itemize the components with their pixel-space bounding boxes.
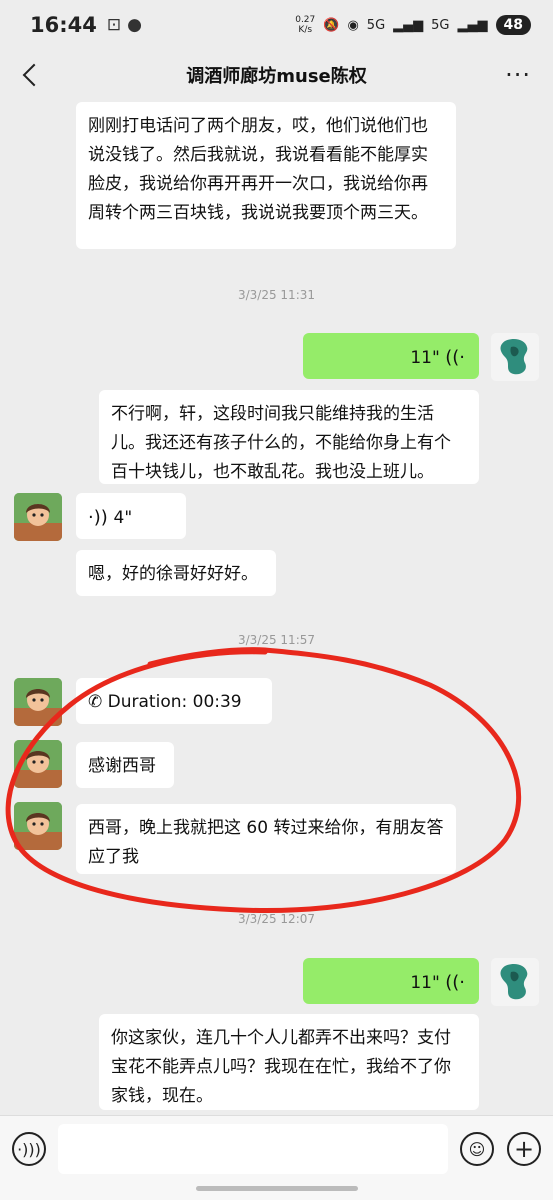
avatar-self[interactable]: [491, 333, 539, 381]
voice-message-sent[interactable]: 11" ((·: [303, 958, 479, 1004]
phone-icon: ✆: [88, 692, 108, 712]
voice-input-icon[interactable]: ·))): [12, 1132, 46, 1166]
voice-wave-icon: ((·: [445, 972, 465, 993]
voice-wave-icon: ·)): [88, 507, 114, 528]
avatar-contact[interactable]: [14, 678, 62, 726]
message-bubble[interactable]: 感谢西哥: [76, 742, 174, 788]
voice-duration: 11": [410, 348, 440, 368]
status-bar: 16:44 ⊡ ● 0.27 K/s 🔕 ◉ 5G ▂▄▆ 5G ▂▄▆ 48: [0, 0, 553, 50]
location-icon: ◉: [347, 17, 359, 33]
signal-bars-icon: ▂▄▆: [393, 17, 424, 33]
avatar-contact-image: [14, 802, 62, 850]
chat-header: 调酒师廊坊muse陈权 ···: [0, 50, 553, 100]
net-speed-unit: K/s: [298, 25, 313, 35]
message-input[interactable]: [58, 1124, 448, 1174]
voice-duration: 11": [410, 973, 440, 993]
avatar-contact-image: [14, 678, 62, 726]
net-speed: 0.27 K/s: [295, 15, 315, 35]
avatar-self-image: [500, 964, 528, 1000]
message-bubble[interactable]: 刚刚打电话问了两个朋友，哎，他们说他们也说没钱了。然后我就说，我说看看能不能厚实…: [76, 102, 456, 249]
emoji-icon[interactable]: ☺: [460, 1132, 494, 1166]
avatar-contact[interactable]: [14, 493, 62, 541]
message-bubble[interactable]: 西哥，晚上我就把这 60 转过来给你，有朋友答应了我: [76, 804, 456, 874]
timestamp: 3/3/25 12:07: [237, 912, 316, 926]
message-bubble[interactable]: 嗯，好的徐哥好好好。: [76, 550, 276, 596]
screenshot-icon: ⊡: [106, 15, 122, 35]
home-indicator[interactable]: [196, 1186, 358, 1191]
status-time: 16:44: [30, 13, 97, 37]
more-icon[interactable]: ···: [505, 61, 531, 89]
avatar-contact[interactable]: [14, 802, 62, 850]
voice-wave-icon: ((·: [445, 347, 465, 368]
status-right: 0.27 K/s 🔕 ◉ 5G ▂▄▆ 5G ▂▄▆ 48: [295, 15, 531, 35]
signal-2: 5G: [431, 17, 450, 33]
voice-message-sent[interactable]: 11" ((·: [303, 333, 479, 379]
voice-message-received[interactable]: ·)) 4": [76, 493, 186, 539]
signal-1: 5G: [366, 17, 386, 33]
avatar-contact-image: [14, 493, 62, 541]
avatar-contact[interactable]: [14, 740, 62, 788]
message-bubble[interactable]: 你这家伙，连几十个人儿都弄不出来吗？支付宝花不能弄点儿吗？我现在在忙，我给不了你…: [99, 1014, 479, 1110]
wechat-icon: ●: [127, 15, 142, 35]
timestamp: 3/3/25 11:31: [237, 288, 316, 302]
call-duration: Duration: 00:39: [107, 692, 242, 712]
timestamp: 3/3/25 11:57: [237, 633, 316, 647]
chat-title: 调酒师廊坊muse陈权: [186, 66, 367, 87]
chat-area[interactable]: 刚刚打电话问了两个朋友，哎，他们说他们也说没钱了。然后我就说，我说看看能不能厚实…: [0, 100, 553, 1115]
signal-bars-icon-2: ▂▄▆: [457, 17, 488, 33]
battery-indicator: 48: [495, 15, 531, 35]
avatar-contact-image: [14, 740, 62, 788]
message-bubble[interactable]: 不行啊，轩，这段时间我只能维持我的生活儿。我还还有孩子什么的，不能给你身上有个百…: [99, 390, 479, 484]
back-arrow-icon[interactable]: [16, 58, 46, 92]
avatar-self-image: [500, 339, 528, 375]
avatar-self[interactable]: [491, 958, 539, 1006]
plus-icon[interactable]: +: [507, 1132, 541, 1166]
mute-icon: 🔕: [323, 17, 340, 33]
voice-duration: 4": [113, 508, 133, 528]
call-record-bubble[interactable]: ✆ Duration: 00:39: [76, 678, 272, 724]
net-speed-value: 0.27: [295, 15, 316, 25]
